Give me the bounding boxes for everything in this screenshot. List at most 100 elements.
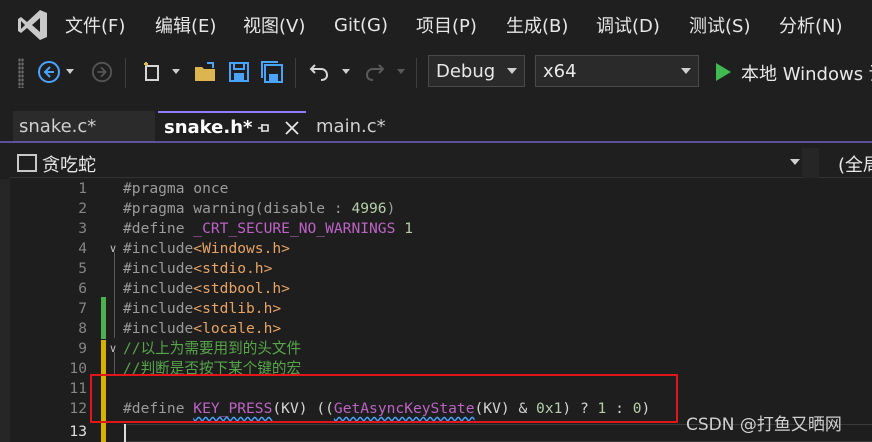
code-text: #include<stdbool.h> [123,280,290,297]
line-number: 3 [78,220,87,237]
menu-file[interactable]: 文件(F) [65,12,125,38]
save-icon [229,62,249,82]
chevron-down-icon [66,69,74,74]
line-number: 10 [69,360,87,377]
menu-test[interactable]: 测试(S) [689,12,750,38]
new-project-button[interactable] [138,58,166,86]
code-text: #include<stdlib.h> [123,300,282,317]
watermark: CSDN @打鱼又晒网 [686,415,842,435]
redo-button[interactable] [362,58,388,86]
line-number: 11 [69,380,87,397]
code-text: #include<stdio.h> [123,260,273,277]
navigate-back-dropdown[interactable] [64,58,76,86]
toolbar-separator [125,58,126,88]
outline-guide [114,352,115,376]
code-line: 1 #pragma once [10,179,872,199]
code-line: 9 ∨ //以上为需要用到的头文件 [10,339,872,359]
line-number: 9 [78,340,87,357]
menu-analyze[interactable]: 分析(N) [779,12,843,38]
project-icon [17,154,37,172]
outline-guide [114,252,115,338]
code-line: 7 #include<stdlib.h> [10,299,872,319]
platform-value: x64 [543,60,577,82]
comment-text: //以上为需要用到的头文件 [123,340,302,357]
save-button[interactable] [226,58,252,86]
document-tab-strip: snake.c* snake.h* main.c* [0,111,872,143]
text-caret [124,424,126,442]
chevron-down-icon [342,69,350,74]
undo-icon [309,64,329,81]
menu-view[interactable]: 视图(V) [243,12,305,38]
annotation-highlight-box [90,374,678,423]
save-all-button[interactable] [258,58,286,86]
undo-button[interactable] [306,58,332,86]
line-number: 13 [69,423,87,440]
redo-dropdown[interactable] [395,58,407,86]
arrow-left-icon [38,61,60,83]
navigate-back-button[interactable] [36,58,62,86]
start-debugging-button[interactable] [712,58,734,86]
chevron-down-icon [681,68,691,74]
line-number: 5 [78,260,87,277]
arrow-right-icon [91,61,113,83]
line-number: 6 [78,280,87,297]
code-line: 5 #include<stdio.h> [10,259,872,279]
toolbar-grip[interactable] [18,58,24,88]
tab-label: snake.h* [164,117,253,138]
tab-snake-h[interactable]: snake.h* [158,111,306,142]
line-number: 7 [78,300,87,317]
configuration-value: Debug [436,60,496,82]
code-text: #pragma warning(disable : 4996) [123,200,396,217]
chevron-down-icon [507,68,517,74]
pin-icon[interactable] [257,121,271,135]
tab-strip-underline [0,141,872,143]
tab-snake-c[interactable]: snake.c* [13,111,155,142]
chevron-down-icon [397,69,405,74]
open-file-button[interactable] [192,58,218,86]
new-item-icon [144,62,159,81]
project-dropdown[interactable]: 贪吃蛇 [42,151,96,177]
code-line: 3 #define _CRT_SECURE_NO_WARNINGS 1 [10,219,872,239]
navbar-divider [802,148,819,178]
line-number: 8 [78,320,87,337]
tab-label: snake.c* [19,116,97,137]
line-number: 2 [78,200,87,217]
close-icon[interactable] [285,121,299,135]
line-number: 1 [78,180,87,197]
code-line: 4 ∨ #include<Windows.h> [10,239,872,259]
editor-left-margin [0,179,10,442]
chevron-down-icon[interactable] [790,159,800,165]
menu-project[interactable]: 项目(P) [416,12,477,38]
toolbar-separator [416,58,417,88]
line-number: 12 [69,400,87,417]
menu-debug[interactable]: 调试(D) [596,12,660,38]
save-all-icon [261,61,283,83]
toolbar-separator [295,58,296,88]
code-line: 8 #include<locale.h> [10,319,872,339]
chevron-down-icon [172,69,180,74]
undo-dropdown[interactable] [340,58,352,86]
new-project-dropdown[interactable] [170,58,182,86]
solution-configuration-select[interactable]: Debug [428,55,525,87]
tab-label: main.c* [316,116,386,137]
code-text: #include<Windows.h> [123,240,290,257]
visual-studio-logo-icon [18,10,47,40]
code-text: #include<locale.h> [123,320,282,337]
solution-platform-select[interactable]: x64 [535,55,699,87]
navigate-forward-button[interactable] [90,58,114,86]
line-number: 4 [78,240,87,257]
navigation-bar: 贪吃蛇 (全局 [10,148,872,178]
code-text: #pragma once [123,180,229,197]
code-text: #define _CRT_SECURE_NO_WARNINGS 1 [123,220,413,237]
code-line: 2 #pragma warning(disable : 4996) [10,199,872,219]
play-icon [716,63,731,81]
menu-edit[interactable]: 编辑(E) [155,12,216,38]
menu-git[interactable]: Git(G) [334,15,388,36]
change-indicator-saved [101,297,106,339]
run-target-label[interactable]: 本地 Windows 调 [741,60,872,86]
menu-build[interactable]: 生成(B) [506,12,568,38]
menu-bar: 文件(F) 编辑(E) 视图(V) Git(G) 项目(P) 生成(B) 调试(… [0,0,872,50]
code-line: 6 #include<stdbool.h> [10,279,872,299]
tab-main-c[interactable]: main.c* [310,111,452,142]
scope-dropdown[interactable]: (全局 [838,151,872,177]
